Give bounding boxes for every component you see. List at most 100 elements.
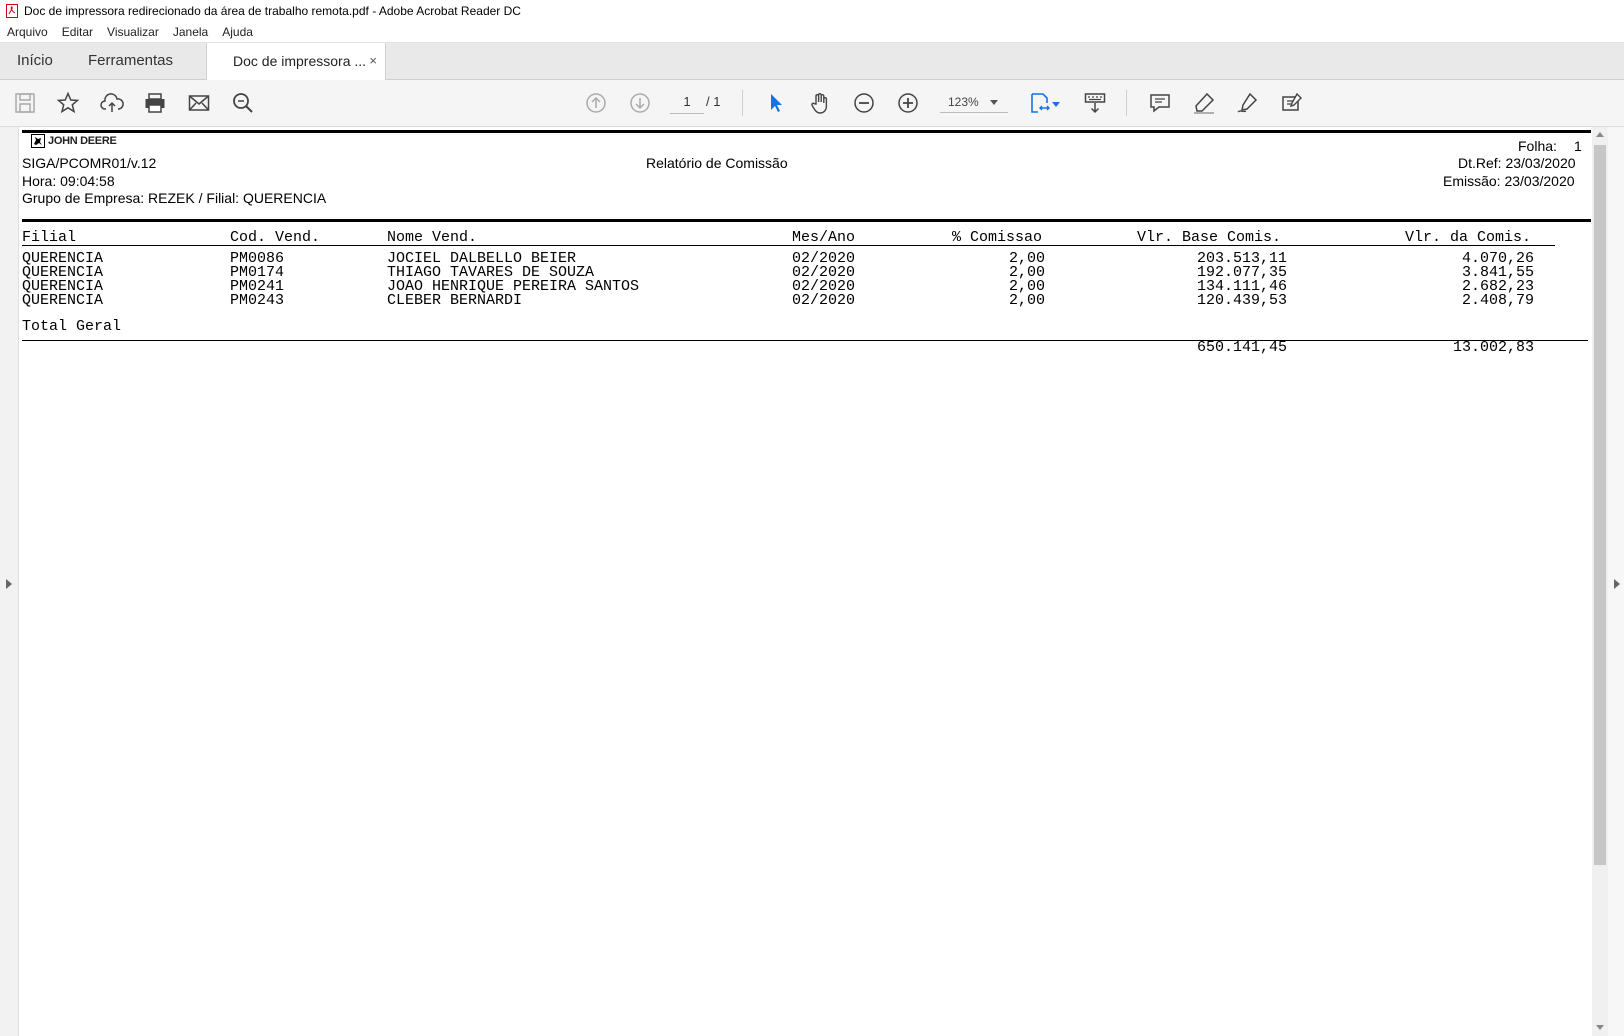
highlight-button[interactable] [1190, 89, 1218, 117]
toolbar-separator [1126, 90, 1127, 116]
arrow-up-circle-icon [586, 93, 606, 113]
fit-width-icon [1031, 93, 1050, 113]
vertical-scrollbar[interactable] [1592, 127, 1608, 1036]
tab-document[interactable]: Doc de impressora ... × [206, 43, 386, 80]
save-button[interactable] [11, 89, 39, 117]
scroll-thumb[interactable] [1594, 145, 1606, 865]
left-panel-toggle[interactable] [0, 127, 19, 1036]
header-underline [22, 245, 1555, 246]
page-number-input[interactable]: 1 [670, 91, 704, 114]
col-filial: Filial [22, 229, 77, 246]
next-page-button[interactable] [626, 89, 654, 117]
col-cod-vend: Cod. Vend. [230, 229, 321, 246]
tab-bar: Início Ferramentas Doc de impressora ...… [0, 43, 1624, 80]
expand-arrow-icon[interactable] [6, 579, 12, 589]
menu-ajuda[interactable]: Ajuda [222, 25, 253, 39]
total-base: 650.141,45 [1197, 339, 1288, 356]
pdf-page: JOHN DEERE Folha: 1 SIGA/PCOMR01/v.12 Re… [19, 127, 1592, 1036]
program-id: SIGA/PCOMR01/v.12 [22, 155, 157, 171]
col-vlr-base: Vlr. Base Comis. [1137, 229, 1282, 246]
email-button[interactable] [185, 89, 213, 117]
mail-icon [188, 95, 210, 111]
bookmark-button[interactable] [54, 89, 82, 117]
fill-sign-button[interactable] [1278, 89, 1306, 117]
emissao: Emissão: 23/03/2020 [1443, 173, 1575, 189]
table-cell: 2,00 [1009, 292, 1046, 309]
john-deere-logo: JOHN DEERE [31, 134, 117, 148]
highlighter-icon [1194, 92, 1215, 114]
dt-ref: Dt.Ref: 23/03/2020 [1458, 155, 1576, 171]
cloud-upload-icon [100, 93, 124, 112]
scroll-down-icon[interactable] [1596, 1025, 1604, 1030]
window-title: Doc de impressora redirecionado da área … [24, 4, 521, 18]
header-rule [22, 130, 1591, 133]
col-comissao: % Comissao [952, 229, 1043, 246]
col-nome-vend: Nome Vend. [387, 229, 478, 246]
star-icon [56, 91, 80, 114]
tab-document-label: Doc de impressora ... [233, 53, 367, 69]
table-top-rule [22, 219, 1591, 222]
logo-text: JOHN DEERE [48, 135, 117, 147]
plus-circle-icon [898, 93, 918, 113]
page-total: / 1 [706, 94, 721, 109]
minus-circle-icon [854, 93, 874, 113]
hand-tool-button[interactable] [806, 89, 834, 117]
expand-arrow-icon[interactable] [1614, 579, 1620, 589]
pen-sign-icon [1237, 92, 1258, 113]
tab-tools[interactable]: Ferramentas [88, 43, 173, 79]
report-title: Relatório de Comissão [646, 155, 788, 171]
total-rule [22, 340, 1588, 341]
total-comis: 13.002,83 [1453, 339, 1535, 356]
table-cell: 02/2020 [792, 292, 856, 309]
menu-visualizar[interactable]: Visualizar [107, 25, 159, 39]
scroll-mode-button[interactable] [1081, 89, 1109, 117]
keyboard-scroll-icon [1084, 93, 1106, 114]
zoom-out-button[interactable] [850, 89, 878, 117]
acrobat-icon [6, 4, 18, 18]
title-bar: Doc de impressora redirecionado da área … [0, 0, 1624, 22]
document-viewer[interactable]: JOHN DEERE Folha: 1 SIGA/PCOMR01/v.12 Re… [0, 127, 1624, 1036]
folha-label: Folha: [1518, 138, 1557, 154]
toolbar-separator [742, 90, 743, 116]
select-tool-button[interactable] [762, 89, 790, 117]
deer-logo-icon [31, 134, 45, 148]
folha-value: 1 [1574, 138, 1582, 154]
search-icon [233, 93, 253, 113]
right-panel-toggle[interactable] [1608, 127, 1624, 1036]
col-mes-ano: Mes/Ano [792, 229, 856, 246]
menu-arquivo[interactable]: Arquivo [7, 25, 48, 39]
scroll-up-icon[interactable] [1596, 132, 1604, 137]
menu-janela[interactable]: Janela [173, 25, 208, 39]
comment-button[interactable] [1146, 89, 1174, 117]
arrow-down-circle-icon [630, 93, 650, 113]
chevron-down-icon[interactable] [990, 100, 998, 105]
comment-icon [1150, 94, 1170, 113]
printer-icon [145, 93, 165, 113]
cursor-arrow-icon [771, 94, 782, 112]
hora: Hora: 09:04:58 [22, 173, 115, 189]
col-vlr-comis: Vlr. da Comis. [1405, 229, 1532, 246]
close-icon[interactable]: × [369, 43, 377, 79]
toolbar: 1 / 1 123% [0, 80, 1624, 127]
hand-icon [811, 93, 828, 114]
previous-page-button[interactable] [582, 89, 610, 117]
menu-editar[interactable]: Editar [62, 25, 93, 39]
table-cell: 120.439,53 [1197, 292, 1288, 309]
form-edit-icon [1282, 92, 1302, 111]
grupo-empresa: Grupo de Empresa: REZEK / Filial: QUEREN… [22, 190, 327, 206]
zoom-in-button[interactable] [894, 89, 922, 117]
chevron-down-icon[interactable] [1052, 102, 1060, 107]
sign-button[interactable] [1234, 89, 1262, 117]
table-cell: QUERENCIA [22, 292, 104, 309]
search-button[interactable] [229, 89, 257, 117]
menu-bar: Arquivo Editar Visualizar Janela Ajuda [0, 22, 1624, 43]
table-cell: 2.408,79 [1462, 292, 1535, 309]
table-cell: PM0243 [230, 292, 285, 309]
save-icon [15, 93, 35, 113]
upload-button[interactable] [98, 89, 126, 117]
total-label: Total Geral [22, 318, 122, 335]
fit-page-button[interactable] [1026, 89, 1054, 117]
print-button[interactable] [141, 89, 169, 117]
tab-home[interactable]: Início [17, 43, 53, 79]
table-cell: CLEBER BERNARDI [387, 292, 523, 309]
